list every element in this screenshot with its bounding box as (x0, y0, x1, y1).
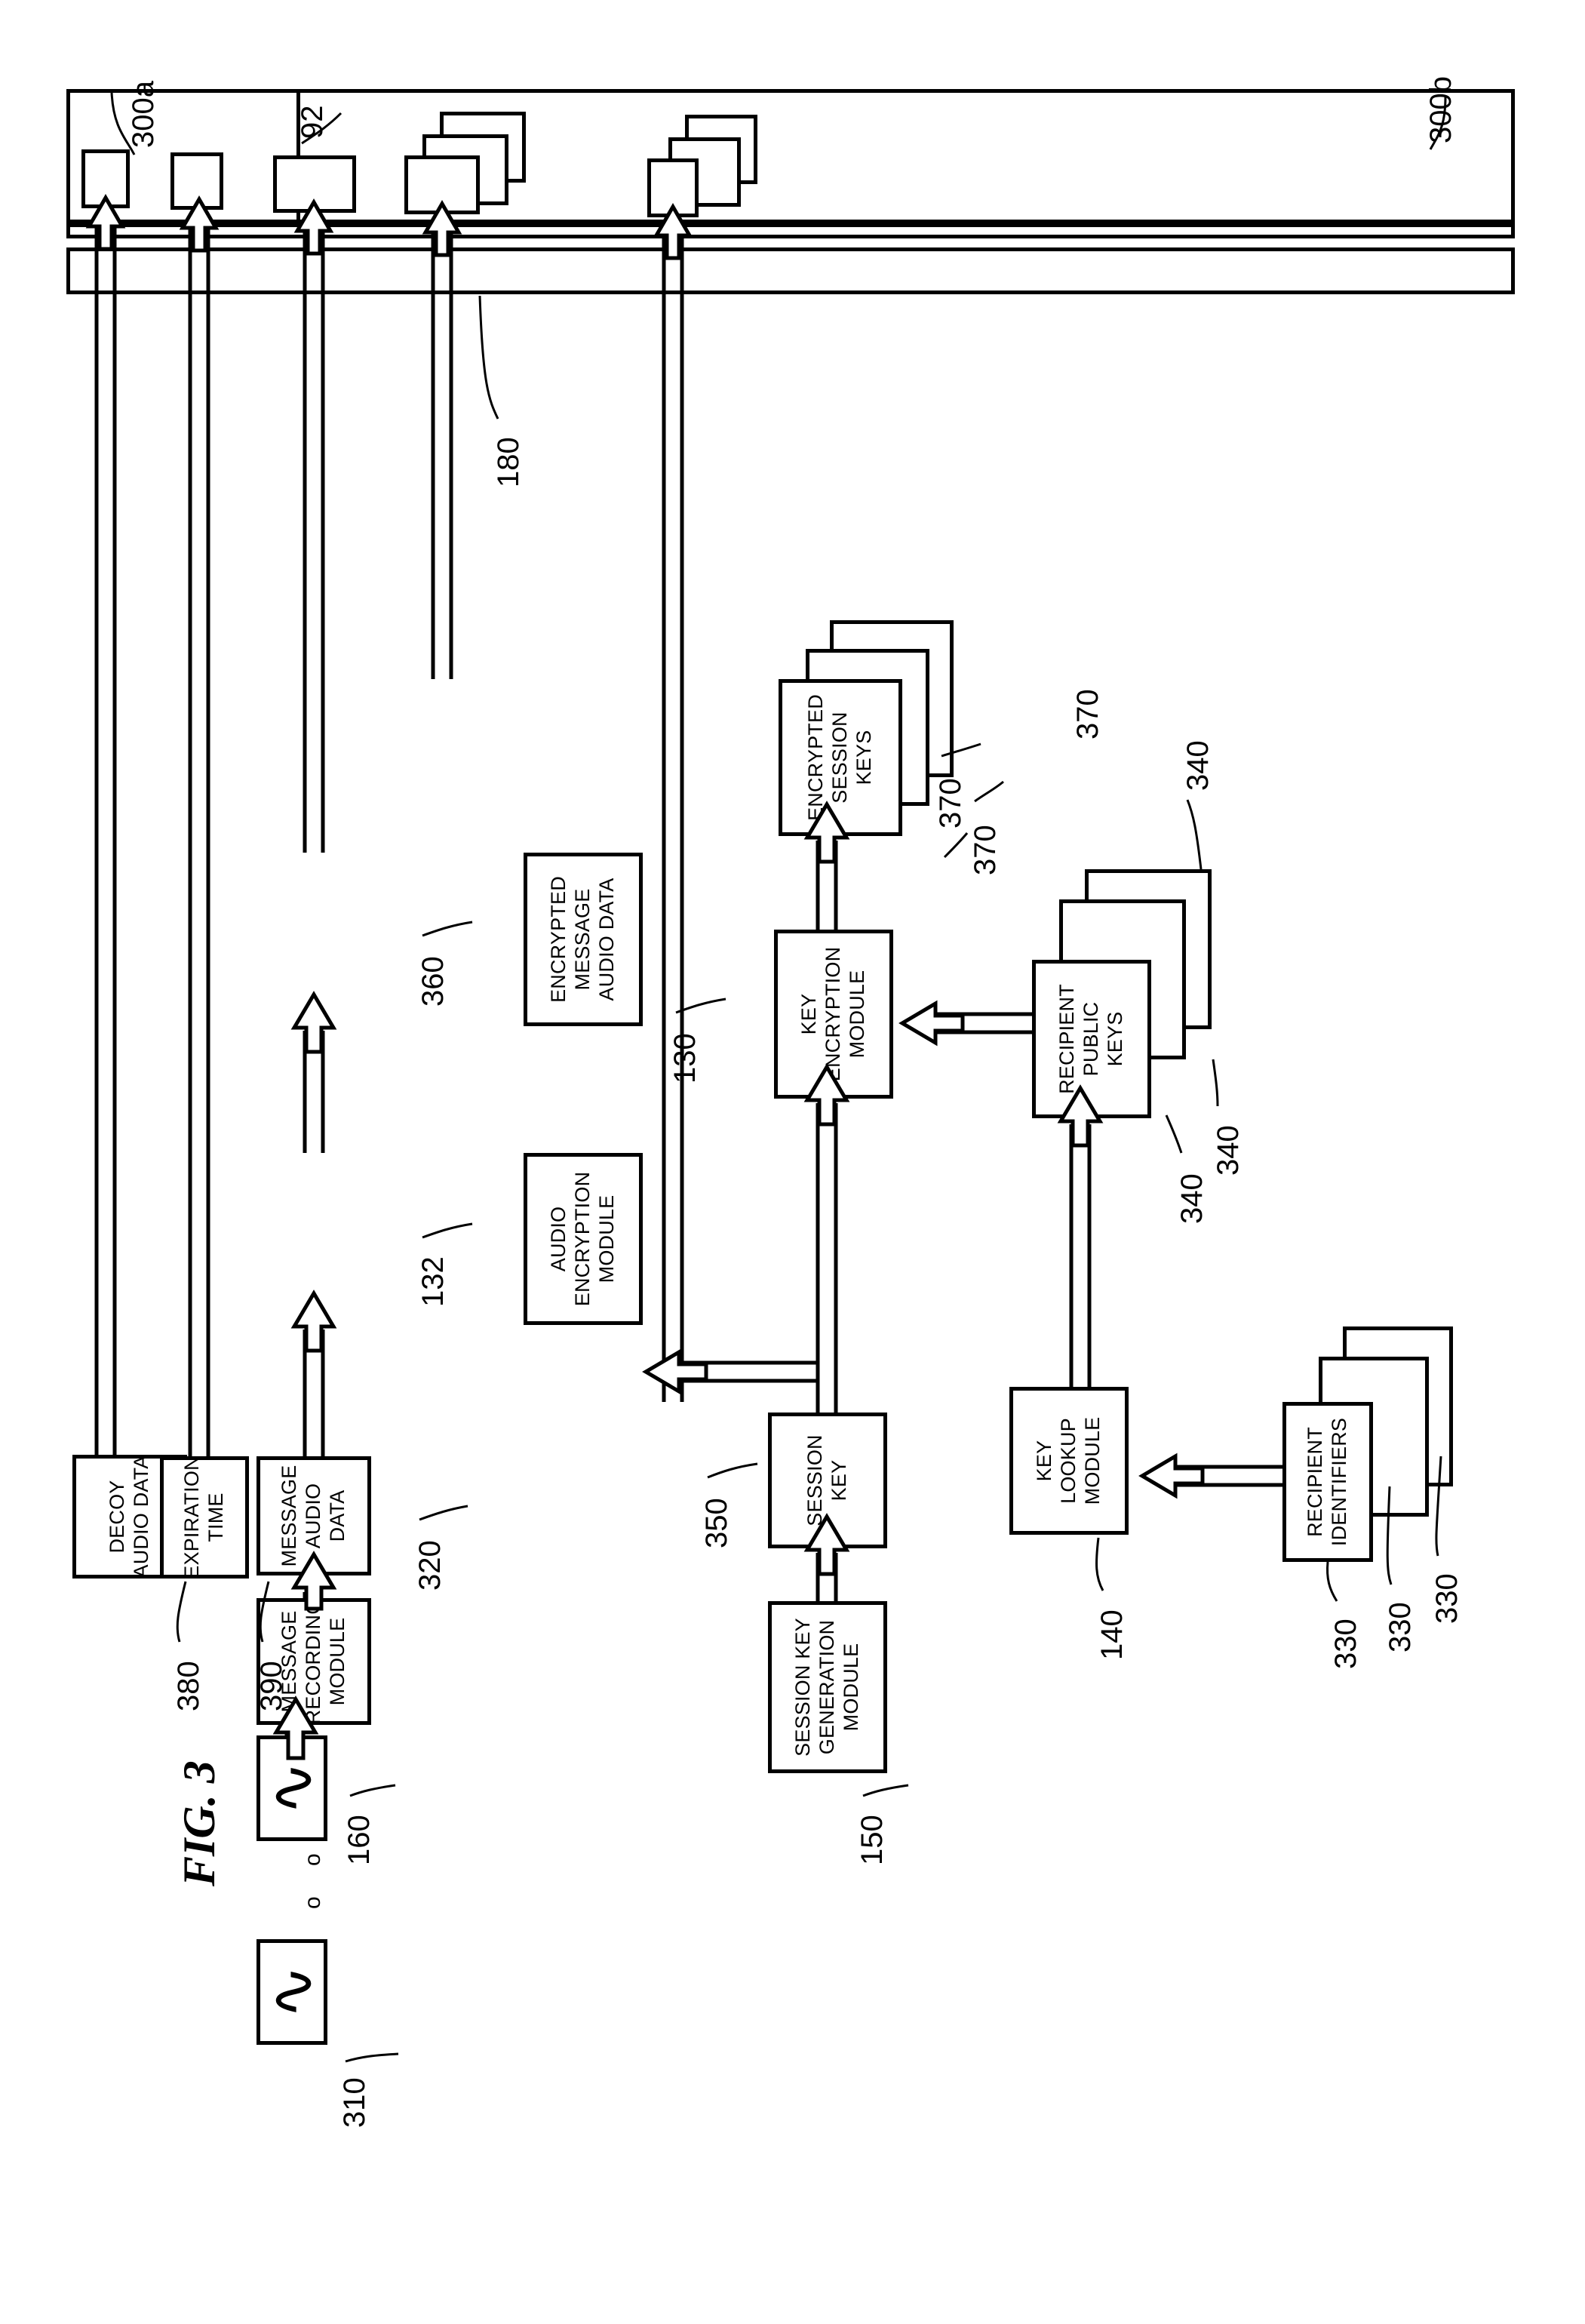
connector-overlay (85, 91, 1447, 2063)
upper-box-right-target (647, 158, 699, 217)
ref-360: 360 (416, 956, 450, 1007)
block-label: MESSAGE AUDIO DATA (278, 1465, 349, 1567)
ref-180: 180 (492, 437, 525, 487)
block-label: DECOY AUDIO DATA (106, 1455, 152, 1579)
block-encrypted-message-audio-data: ENCRYPTED MESSAGE AUDIO DATA (524, 853, 643, 1026)
audio-waveform-icon: ∿ (256, 1760, 328, 1816)
ref-140: 140 (1095, 1609, 1129, 1660)
upper-box-expiration-target (170, 152, 223, 210)
audio-input-n: ∿ (256, 1939, 328, 2045)
ref-330-b: 330 (1384, 1602, 1417, 1652)
ref-330-a: 330 (1329, 1618, 1362, 1669)
upper-box-esk-target (404, 155, 480, 214)
block-label: RECIPIENT IDENTIFIERS (1304, 1417, 1350, 1547)
transport-band-180 (66, 247, 1515, 294)
audio-waveform-icon: ∿ (256, 1964, 328, 2020)
ref-300a: 300a (127, 81, 160, 148)
block-label: SESSION KEY (803, 1434, 850, 1526)
ref-310: 310 (338, 2077, 371, 2128)
ref-300b: 300b (1424, 76, 1458, 143)
ref-390: 390 (255, 1661, 288, 1711)
block-label: ENCRYPTED SESSION KEYS (804, 694, 875, 821)
upper-box-encmsg-target (273, 155, 356, 213)
ref-350: 350 (700, 1498, 733, 1548)
ref-92: 92 (296, 105, 329, 140)
block-label: AUDIO ENCRYPTION MODULE (547, 1171, 618, 1307)
audio-input-1: ∿ (256, 1735, 328, 1841)
ref-130: 130 (668, 1033, 702, 1084)
block-label: ENCRYPTED MESSAGE AUDIO DATA (547, 876, 618, 1003)
block-session-key: SESSION KEY (768, 1413, 887, 1548)
block-label: RECIPIENT PUBLIC KEYS (1055, 984, 1126, 1094)
patent-figure-sheet: FIG. 3 ∿ o o o ∿ DECOY AUDIO DATA EXPIRAT… (0, 0, 1585, 2324)
block-label: SESSION KEY GENERATION MODULE (791, 1618, 862, 1757)
ref-160: 160 (342, 1815, 376, 1865)
ref-370-b: 370 (969, 825, 1002, 875)
block-expiration-time: EXPIRATION TIME (160, 1456, 249, 1579)
block-label: KEY LOOKUP MODULE (1033, 1416, 1104, 1505)
ref-380: 380 (172, 1661, 205, 1711)
block-recipient-public-keys: RECIPIENT PUBLIC KEYS (1032, 960, 1151, 1118)
block-key-encryption-module: KEY ENCRYPTION MODULE (774, 930, 893, 1099)
ref-320: 320 (413, 1540, 447, 1591)
block-key-lookup-module: KEY LOOKUP MODULE (1009, 1387, 1129, 1535)
upper-box-decoy-target (81, 149, 130, 208)
ref-370-c: 370 (1071, 689, 1104, 739)
figure-caption: FIG. 3 (174, 1760, 224, 1886)
block-label: EXPIRATION TIME (180, 1456, 227, 1579)
block-audio-encryption-module: AUDIO ENCRYPTION MODULE (524, 1153, 643, 1325)
block-label: KEY ENCRYPTION MODULE (797, 946, 868, 1082)
ref-150: 150 (855, 1815, 889, 1865)
ref-370-a: 370 (934, 778, 967, 828)
ref-340-c: 340 (1175, 1173, 1209, 1224)
ref-330-c: 330 (1430, 1573, 1464, 1624)
block-session-key-generation-module: SESSION KEY GENERATION MODULE (768, 1601, 887, 1773)
ref-340-a: 340 (1181, 740, 1215, 791)
block-message-audio-data: MESSAGE AUDIO DATA (256, 1456, 371, 1575)
block-encrypted-session-keys: ENCRYPTED SESSION KEYS (779, 679, 902, 836)
ref-340-b: 340 (1212, 1125, 1245, 1176)
ref-132: 132 (416, 1256, 450, 1307)
block-recipient-identifiers: RECIPIENT IDENTIFIERS (1282, 1402, 1373, 1562)
